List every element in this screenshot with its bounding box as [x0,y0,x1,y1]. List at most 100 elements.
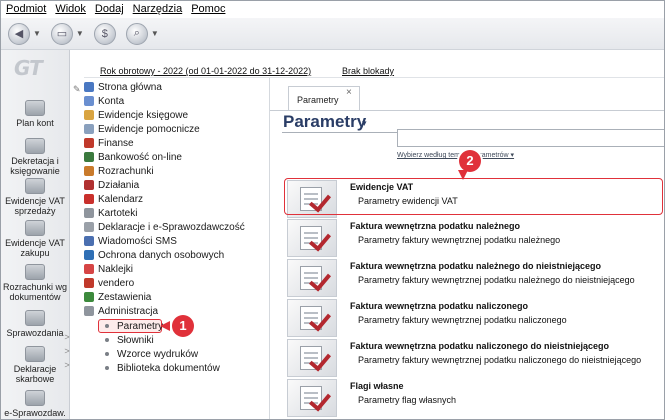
nav-wiadomosci-sms[interactable]: Wiadomości SMS [84,234,177,248]
vat-purchase-icon [25,220,45,236]
param-row-fw-nalezny-nieistniejacy[interactable]: Faktura wewnętrzna podatku należnego do … [287,259,665,303]
row-subtitle: Parametry faktury wewnętrznej podatku na… [358,235,561,245]
deklaracje-icon [25,346,45,362]
money-button[interactable]: $ [93,22,116,45]
row-title: Faktura wewnętrzna podatku należnego [350,221,521,231]
callout-badge-1: 1 [172,315,194,337]
lock-status-link[interactable]: Brak blokady [342,66,394,76]
menu-narzedzia[interactable]: Narzędzia [133,3,183,15]
settlements-icon [84,166,94,176]
param-row-fw-nalezny[interactable]: Faktura wewnętrzna podatku należnego Par… [287,219,665,263]
back-arrow-icon: ◀ [8,22,30,45]
nav-vendero[interactable]: vendero [84,276,134,290]
search-button[interactable]: ⌕ ▼ [125,22,159,45]
nav-label: Ochrona danych osobowych [98,249,225,261]
reports-icon [84,292,94,302]
document-button[interactable]: ▭ ▼ [50,22,84,45]
nav-deklaracje[interactable]: Deklaracje i e-Sprawozdawczość [84,220,245,234]
leftbar-vat-zakupu[interactable]: Ewidencje VAT zakupu [0,220,70,258]
row-title: Faktura wewnętrzna podatku należnego do … [350,261,602,271]
nav-label: Administracja [98,305,159,317]
nav-naklejki[interactable]: Naklejki [84,262,133,276]
nav-sub-label: Słowniki [117,334,154,346]
declarations-icon [84,222,94,232]
chevron-down-icon[interactable]: ▼ [76,29,84,38]
nav-sub-slowniki[interactable]: Słowniki [101,333,154,347]
vendero-icon [84,278,94,288]
chevron-down-icon[interactable]: ▾ [362,118,367,129]
leftbar-plan-kont[interactable]: Plan kont [0,100,70,128]
auxiliary-icon [84,124,94,134]
fiscal-year-bar: Rok obrotowy - 2022 (od 01-01-2022 do 31… [84,50,665,78]
menu-dodaj[interactable]: Dodaj [95,3,124,15]
nav-ewidencje-ksiegowe[interactable]: Ewidencje księgowe [84,108,188,122]
chevron-down-icon[interactable]: ▼ [33,29,41,38]
app-logo: GT [14,56,43,80]
fiscal-year-link[interactable]: Rok obrotowy - 2022 (od 01-01-2022 do 31… [100,66,311,76]
row-title: Faktura wewnętrzna podatku naliczonego [350,301,529,311]
nav-strona-glowna[interactable]: Strona główna [84,80,162,94]
param-row-fw-naliczony-nieistniejacy[interactable]: Faktura wewnętrzna podatku naliczonego d… [287,339,665,383]
dekretacja-icon [25,138,45,154]
topic-filter-link[interactable]: Wybierz według tematu parametrów ▾ [397,151,514,159]
param-row-fw-naliczony[interactable]: Faktura wewnętrzna podatku naliczonego P… [287,299,665,343]
menu-pomoc[interactable]: Pomoc [191,3,225,15]
callout-arrow-1 [160,321,170,331]
parameters-icon [287,299,337,337]
leftbar-deklaracje[interactable]: Deklaracje skarbowe [0,346,70,384]
param-row-flagi[interactable]: Flagi własne Parametry flag własnych [287,379,665,420]
nav-sub-wzorce[interactable]: Wzorce wydruków [101,347,198,361]
bullet-icon [105,352,109,356]
nav-kartoteki[interactable]: Kartoteki [84,206,137,220]
chevron-down-icon[interactable]: ▼ [151,29,159,38]
nav-label: vendero [98,277,135,289]
nav-bankowosc[interactable]: Bankowość on-line [84,150,182,164]
nav-zestawienia[interactable]: Zestawienia [84,290,151,304]
back-button[interactable]: ◀ ▼ [8,22,41,45]
pin-icon[interactable]: ✎ [73,84,81,95]
nav-dzialania[interactable]: Działania [84,178,139,192]
row-subtitle: Parametry faktury wewnętrznej podatku na… [358,355,642,365]
plan-kont-icon [25,100,45,116]
nav-rozrachunki[interactable]: Rozrachunki [84,164,154,178]
nav-label: Rozrachunki [98,165,154,177]
leftbar-label: Sprawozdania [6,328,64,338]
nav-finanse[interactable]: Finanse [84,136,134,150]
nav-sub-label: Biblioteka dokumentów [117,362,220,374]
admin-icon [84,306,94,316]
actions-icon [84,180,94,190]
callout-badge-2: 2 [459,150,481,172]
leftbar-dekretacja[interactable]: Dekretacja i księgowanie [0,138,70,176]
nav-ewidencje-pomocnicze[interactable]: Ewidencje pomocnicze [84,122,200,136]
bullet-icon [105,338,109,342]
leftbar-vat-sprzedazy[interactable]: Ewidencje VAT sprzedaży [0,178,70,216]
nav-label: Kalendarz [98,193,144,205]
leftbar-e-sprawozdawczosc[interactable]: e-Sprawozdaw. [0,390,70,418]
leftbar-label: Ewidencje VAT zakupu [5,238,65,258]
nav-kalendarz[interactable]: Kalendarz [84,192,143,206]
row-title: Flagi własne [350,381,404,391]
nav-administracja[interactable]: Administracja [84,304,158,318]
toolbar: ◀ ▼ ▭ ▼ $ ⌕ ▼ [0,18,665,50]
calendar-icon [84,194,94,204]
nav-konta[interactable]: Konta [84,94,124,108]
leftbar-sprawozdania[interactable]: Sprawozdania [0,310,70,338]
leftbar-label: e-Sprawozdaw. [4,408,66,418]
row-subtitle: Parametry faktury wewnętrznej podatku na… [358,315,567,325]
search-input[interactable] [397,129,665,147]
leftbar-rozrachunki[interactable]: Rozrachunki wg dokumentów [0,264,70,302]
menu-widok[interactable]: Widok [55,3,86,15]
menu-podmiot[interactable]: Podmiot [6,3,46,15]
nav-label: Ewidencje księgowe [98,109,189,121]
nav-sub-biblioteka[interactable]: Biblioteka dokumentów [101,361,220,375]
nav-ochrona-danych[interactable]: Ochrona danych osobowych [84,248,224,262]
row-subtitle: Parametry flag własnych [358,395,457,405]
money-icon: $ [93,22,116,45]
nav-label: Kartoteki [98,207,138,219]
nav-label: Ewidencje pomocnicze [98,123,200,135]
jpk-icon [25,390,45,406]
row-title: Faktura wewnętrzna podatku naliczonego d… [350,341,610,351]
close-icon[interactable]: × [346,87,352,98]
nav-sub-parametry[interactable]: Parametry [101,319,163,333]
nav-sub-label: Wzorce wydruków [117,348,199,360]
